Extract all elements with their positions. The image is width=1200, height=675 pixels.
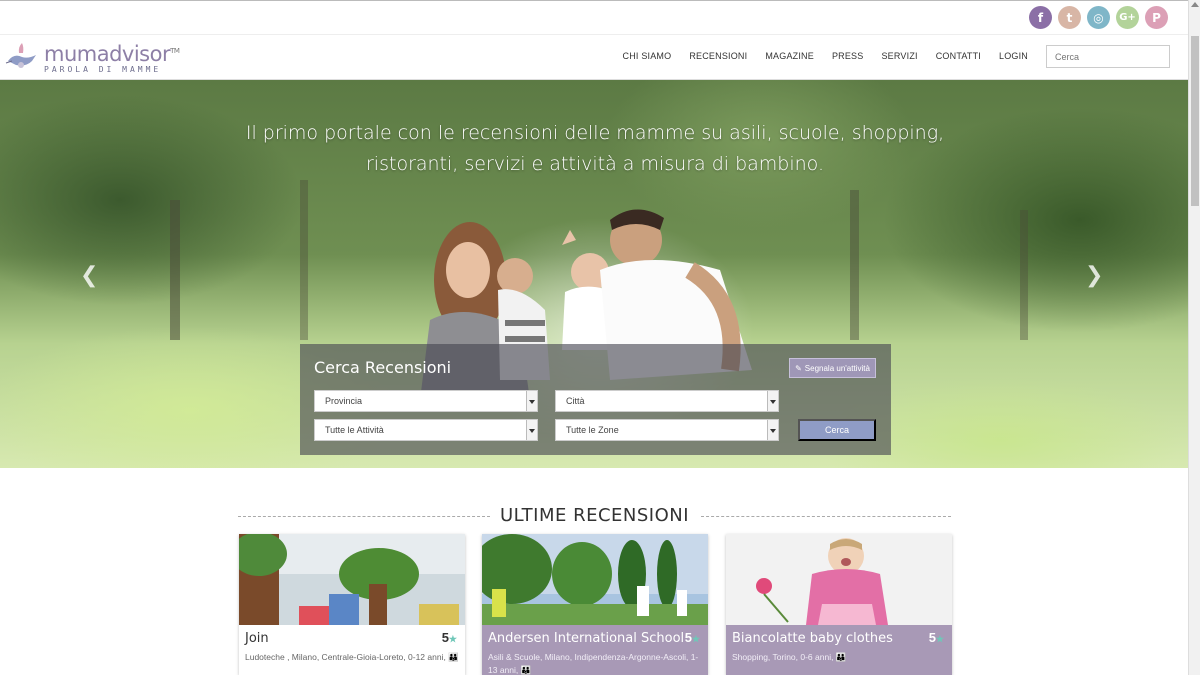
card-image — [239, 534, 465, 625]
latest-reviews-heading: ULTIME RECENSIONI — [238, 505, 951, 529]
nav-contatti[interactable]: CONTATTI — [936, 51, 981, 61]
rating-value: 5 — [928, 630, 936, 645]
star-icon: ★ — [935, 634, 944, 644]
zone-select-value: Tutte le Zone — [566, 425, 619, 435]
trademark: TM — [170, 47, 180, 55]
card-image — [482, 534, 708, 625]
card-name: Biancolatte baby clothes — [732, 631, 893, 646]
header-search-input[interactable] — [1046, 45, 1170, 68]
zone-select[interactable]: Tutte le Zone — [555, 419, 779, 441]
children-icon: 👪 — [835, 652, 847, 662]
main-navbar: mumadvisorTM PAROLA DI MAMME CHI SIAMO R… — [0, 34, 1188, 80]
nav-chi-siamo[interactable]: CHI SIAMO — [623, 51, 672, 61]
province-select-value: Provincia — [325, 396, 363, 406]
nav-servizi[interactable]: SERVIZI — [881, 51, 917, 61]
card-meta: Shopping, Torino, 0-6 anni, 👪 — [732, 651, 946, 664]
card-meta-text: Shopping, Torino, 0-6 anni, — [732, 652, 834, 662]
page-scrollbar[interactable] — [1188, 0, 1200, 675]
carousel-next-icon[interactable]: ❯ — [1085, 263, 1103, 288]
card-meta-text: Asili & Scuole, Milano, Indipendenza-Arg… — [488, 652, 699, 675]
card-name: Andersen International School — [488, 631, 685, 646]
chevron-down-icon — [767, 420, 778, 440]
report-activity-button[interactable]: ✎ Segnala un'attività — [789, 358, 876, 378]
main-menu: CHI SIAMO RECENSIONI MAGAZINE PRESS SERV… — [623, 51, 1028, 61]
nav-recensioni[interactable]: RECENSIONI — [689, 51, 747, 61]
scrollbar-thumb[interactable] — [1191, 36, 1199, 206]
card-info: Biancolatte baby clothes 5★ Shopping, To… — [726, 625, 952, 675]
hero-banner: Il primo portale con le recensioni delle… — [0, 80, 1188, 468]
chevron-down-icon — [767, 391, 778, 411]
card-info: Join 5★ Ludoteche , Milano, Centrale-Gio… — [239, 625, 465, 675]
logo-tagline: PAROLA DI MAMME — [44, 65, 162, 74]
card-rating: 5★ — [442, 630, 457, 645]
card-rating: 5★ — [685, 630, 700, 645]
social-bar: f t ◎ G+ P — [0, 0, 1188, 34]
card-image — [726, 534, 952, 625]
divider — [701, 516, 951, 517]
review-card[interactable]: Andersen International School 5★ Asili &… — [482, 534, 708, 675]
social-links: f t ◎ G+ P — [1029, 6, 1168, 29]
search-submit-button[interactable]: Cerca — [798, 419, 876, 441]
card-name: Join — [245, 631, 269, 646]
city-select[interactable]: Città — [555, 390, 779, 412]
carousel-prev-icon[interactable]: ❮ — [80, 263, 98, 288]
card-meta: Ludoteche , Milano, Centrale-Gioia-Loret… — [245, 651, 459, 664]
chevron-down-icon — [526, 391, 537, 411]
activity-select-value: Tutte le Attività — [325, 425, 384, 435]
stork-icon — [4, 39, 40, 75]
star-icon: ★ — [448, 634, 457, 644]
google-plus-icon[interactable]: G+ — [1116, 6, 1139, 29]
rating-value: 5 — [441, 630, 449, 645]
star-icon: ★ — [691, 634, 700, 644]
card-meta: Asili & Scuole, Milano, Indipendenza-Arg… — [488, 651, 702, 675]
nav-login[interactable]: LOGIN — [999, 51, 1028, 61]
page: f t ◎ G+ P mumadvisorTM PAROLA DI MAMME — [0, 0, 1200, 675]
card-rating: 5★ — [929, 630, 944, 645]
children-icon: 👪 — [520, 665, 532, 675]
card-meta-text: Ludoteche , Milano, Centrale-Gioia-Loret… — [245, 652, 446, 662]
city-select-value: Città — [566, 396, 585, 406]
chevron-down-icon — [526, 420, 537, 440]
search-reviews-panel: Cerca Recensioni ✎ Segnala un'attività P… — [300, 344, 891, 455]
nav-magazine[interactable]: MAGAZINE — [765, 51, 814, 61]
nav-press[interactable]: PRESS — [832, 51, 864, 61]
search-panel-title: Cerca Recensioni — [314, 358, 452, 377]
instagram-icon[interactable]: ◎ — [1087, 6, 1110, 29]
report-activity-label: Segnala un'attività — [804, 363, 870, 373]
review-card[interactable]: Biancolatte baby clothes 5★ Shopping, To… — [726, 534, 952, 675]
children-icon: 👪 — [448, 652, 459, 662]
rating-value: 5 — [684, 630, 692, 645]
review-card[interactable]: Join 5★ Ludoteche , Milano, Centrale-Gio… — [239, 534, 465, 675]
card-info: Andersen International School 5★ Asili &… — [482, 625, 708, 675]
twitter-icon[interactable]: t — [1058, 6, 1081, 29]
hero-title: Il primo portale con le recensioni delle… — [245, 122, 945, 175]
facebook-icon[interactable]: f — [1029, 6, 1052, 29]
site-logo[interactable]: mumadvisorTM PAROLA DI MAMME — [4, 39, 180, 75]
scroll-up-icon[interactable] — [1191, 2, 1199, 7]
activity-select[interactable]: Tutte le Attività — [314, 419, 538, 441]
pencil-icon: ✎ — [795, 363, 802, 373]
province-select[interactable]: Provincia — [314, 390, 538, 412]
pinterest-icon[interactable]: P — [1145, 6, 1168, 29]
logo-name: mumadvisorTM — [44, 42, 180, 66]
